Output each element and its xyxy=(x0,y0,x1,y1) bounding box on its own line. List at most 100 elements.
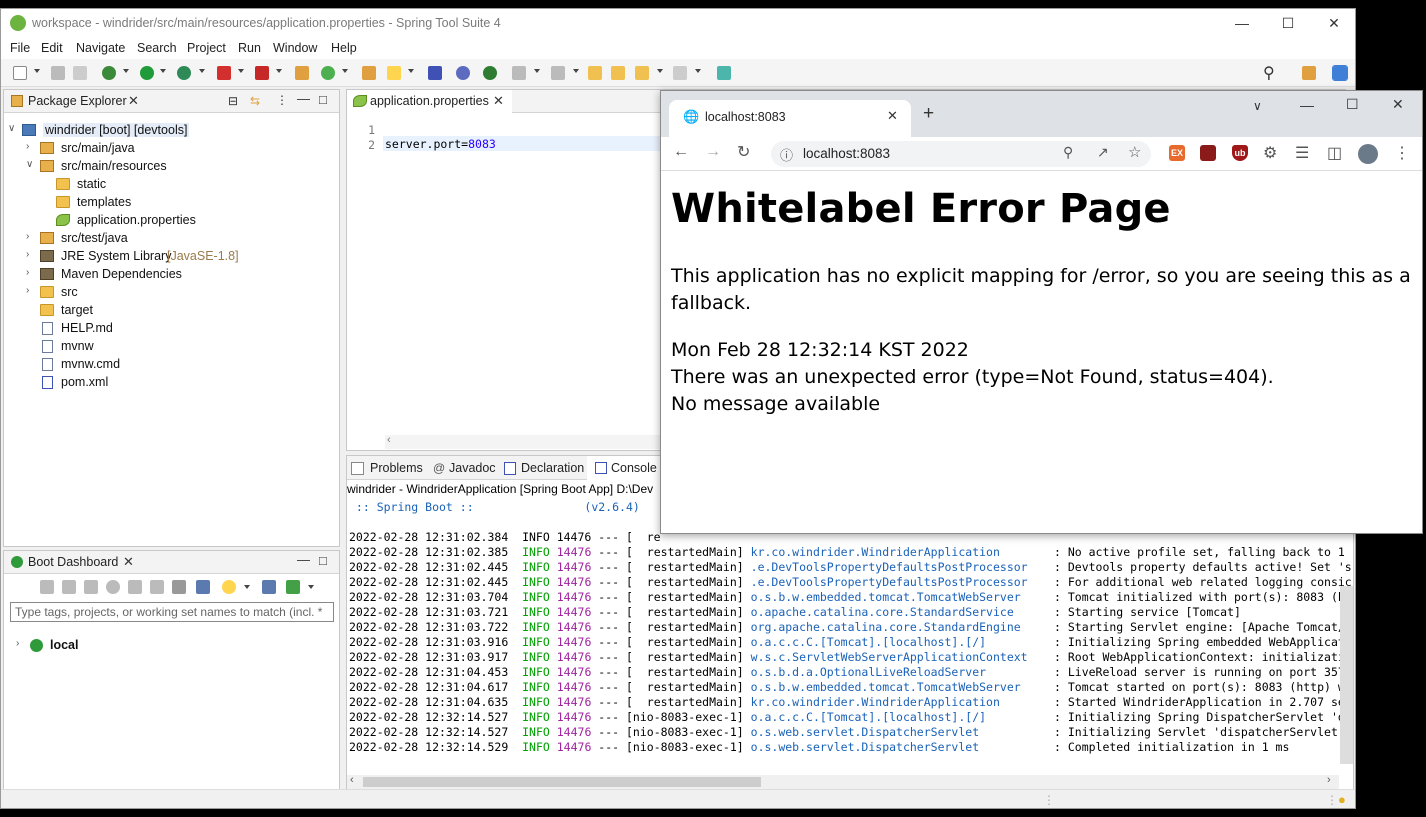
new-icon[interactable] xyxy=(13,66,27,80)
console-v-scrollbar[interactable] xyxy=(1340,586,1353,764)
console-icon[interactable] xyxy=(128,580,142,594)
stop-icon[interactable] xyxy=(84,580,98,594)
maximize-icon[interactable]: ☐ xyxy=(1278,13,1298,33)
dropdown-icon[interactable] xyxy=(573,69,579,73)
open-type-icon[interactable] xyxy=(362,66,376,80)
forward-icon[interactable]: → xyxy=(705,143,721,161)
dropdown-icon[interactable] xyxy=(160,69,166,73)
forward-icon[interactable] xyxy=(673,66,687,80)
scroll-right-icon[interactable]: › xyxy=(1327,774,1331,786)
perspective-spring-icon[interactable] xyxy=(1332,65,1348,81)
run-coverage-icon[interactable] xyxy=(177,66,191,80)
dropdown-icon[interactable] xyxy=(657,69,663,73)
debug-icon[interactable] xyxy=(102,66,116,80)
save-icon[interactable] xyxy=(51,66,65,80)
maximize-view-icon[interactable]: □ xyxy=(319,553,327,568)
new-tab-icon[interactable]: + xyxy=(923,103,934,125)
new-class-icon[interactable] xyxy=(321,66,335,80)
start-icon[interactable] xyxy=(40,580,54,594)
back-icon[interactable] xyxy=(635,66,649,80)
site-info-icon[interactable]: ⓘ xyxy=(780,145,793,164)
boot-dashboard-icon[interactable] xyxy=(483,66,497,80)
open-browser-icon[interactable] xyxy=(106,580,120,594)
maximize-icon[interactable]: ☐ xyxy=(1346,96,1359,113)
more-menu-icon[interactable]: ⋮ xyxy=(1394,143,1410,163)
menu-project[interactable]: Project xyxy=(187,41,226,55)
address-bar[interactable]: ⓘ localhost:8083 ⚲ ↗ ☆ xyxy=(771,141,1151,167)
expanded-arrow-icon[interactable]: ∨ xyxy=(26,159,33,170)
dropdown-icon[interactable] xyxy=(408,69,414,73)
collapse-all-icon[interactable]: ⊟ xyxy=(228,94,238,108)
reload-icon[interactable]: ↻ xyxy=(737,142,750,162)
minimize-view-icon[interactable]: — xyxy=(297,91,310,106)
menu-window[interactable]: Window xyxy=(273,41,317,55)
h-scroll-thumb[interactable] xyxy=(363,777,761,787)
lightbulb-icon[interactable]: ● xyxy=(1338,792,1346,807)
close-tab-icon[interactable]: ✕ xyxy=(123,554,134,570)
expanded-arrow-icon[interactable]: ∨ xyxy=(8,123,15,134)
toggle-icon[interactable] xyxy=(456,66,470,80)
collapsed-arrow-icon[interactable]: › xyxy=(26,285,29,296)
menu-search[interactable]: Search xyxy=(137,41,177,55)
open-perspective-icon[interactable] xyxy=(717,66,731,80)
collapsed-arrow-icon[interactable]: › xyxy=(16,638,19,649)
dropdown-icon[interactable] xyxy=(244,585,250,589)
dropdown-icon[interactable] xyxy=(34,69,40,73)
scroll-left-icon[interactable]: ‹ xyxy=(350,774,354,786)
menu-run[interactable]: Run xyxy=(238,41,261,55)
close-tab-icon[interactable]: ✕ xyxy=(128,93,139,109)
next-annotation-icon[interactable] xyxy=(512,66,526,80)
last-edit-icon[interactable] xyxy=(588,66,602,80)
prev-annotation-icon[interactable] xyxy=(551,66,565,80)
edit-icon[interactable] xyxy=(172,580,186,594)
console-h-scrollbar[interactable]: ‹ › xyxy=(347,774,1339,789)
filter-icon[interactable] xyxy=(262,580,276,594)
link-editor-icon[interactable]: ⇆ xyxy=(250,94,260,108)
menu-edit[interactable]: Edit xyxy=(41,41,63,55)
collapsed-arrow-icon[interactable]: › xyxy=(26,141,29,152)
close-tab-icon[interactable]: ✕ xyxy=(887,108,898,124)
debug-icon[interactable] xyxy=(62,580,76,594)
close-icon[interactable]: ✕ xyxy=(1324,13,1344,33)
minimize-icon[interactable]: — xyxy=(1300,97,1314,113)
link-icon[interactable] xyxy=(150,580,164,594)
menu-navigate[interactable]: Navigate xyxy=(76,41,125,55)
code-line-2[interactable]: server.port=8083 xyxy=(385,137,496,151)
search-tool-icon[interactable] xyxy=(387,66,401,80)
minimize-icon[interactable]: — xyxy=(1232,13,1252,33)
package-explorer-tab[interactable]: Package Explorer xyxy=(28,94,127,108)
ublock-icon[interactable]: ub xyxy=(1232,145,1248,161)
stop-icon[interactable] xyxy=(217,66,231,80)
tab-console-active[interactable]: Console xyxy=(587,456,667,480)
new-package-icon[interactable] xyxy=(295,66,309,80)
tab-search-icon[interactable]: ∨ xyxy=(1253,99,1262,113)
avatar[interactable] xyxy=(1358,144,1378,164)
console-tool-icon[interactable] xyxy=(428,66,442,80)
tab-declaration[interactable]: Declaration xyxy=(521,461,584,475)
save-all-icon[interactable] xyxy=(73,66,87,80)
dropdown-icon[interactable] xyxy=(123,69,129,73)
back-icon[interactable]: ← xyxy=(673,143,689,161)
dropdown-icon[interactable] xyxy=(695,69,701,73)
boot-dashboard-tab[interactable]: Boot Dashboard xyxy=(28,555,118,569)
dropdown-icon[interactable] xyxy=(199,69,205,73)
editor-tab[interactable]: application.properties ✕ xyxy=(347,90,512,113)
collapsed-arrow-icon[interactable]: › xyxy=(26,249,29,260)
run-icon[interactable] xyxy=(140,66,154,80)
lightbulb-icon[interactable] xyxy=(222,580,236,594)
view-menu-icon[interactable]: ⋮ xyxy=(276,93,288,107)
extension-icon[interactable]: EX xyxy=(1169,145,1185,161)
close-tab-icon[interactable]: ✕ xyxy=(493,93,504,109)
extensions-puzzle-icon[interactable]: ⚙ xyxy=(1263,143,1277,163)
side-panel-icon[interactable]: ◫ xyxy=(1327,143,1342,163)
maximize-view-icon[interactable]: □ xyxy=(319,92,327,107)
minimize-view-icon[interactable]: — xyxy=(297,552,310,567)
extension-icon[interactable] xyxy=(1200,145,1216,161)
browser-tab[interactable]: 🌐 localhost:8083 ✕ xyxy=(669,100,911,137)
reading-list-icon[interactable]: ☰ xyxy=(1295,143,1309,163)
dropdown-icon[interactable] xyxy=(308,585,314,589)
collapsed-arrow-icon[interactable]: › xyxy=(26,231,29,242)
tab-javadoc[interactable]: Javadoc xyxy=(449,461,496,475)
share-icon[interactable]: ↗ xyxy=(1097,144,1109,161)
dropdown-icon[interactable] xyxy=(534,69,540,73)
